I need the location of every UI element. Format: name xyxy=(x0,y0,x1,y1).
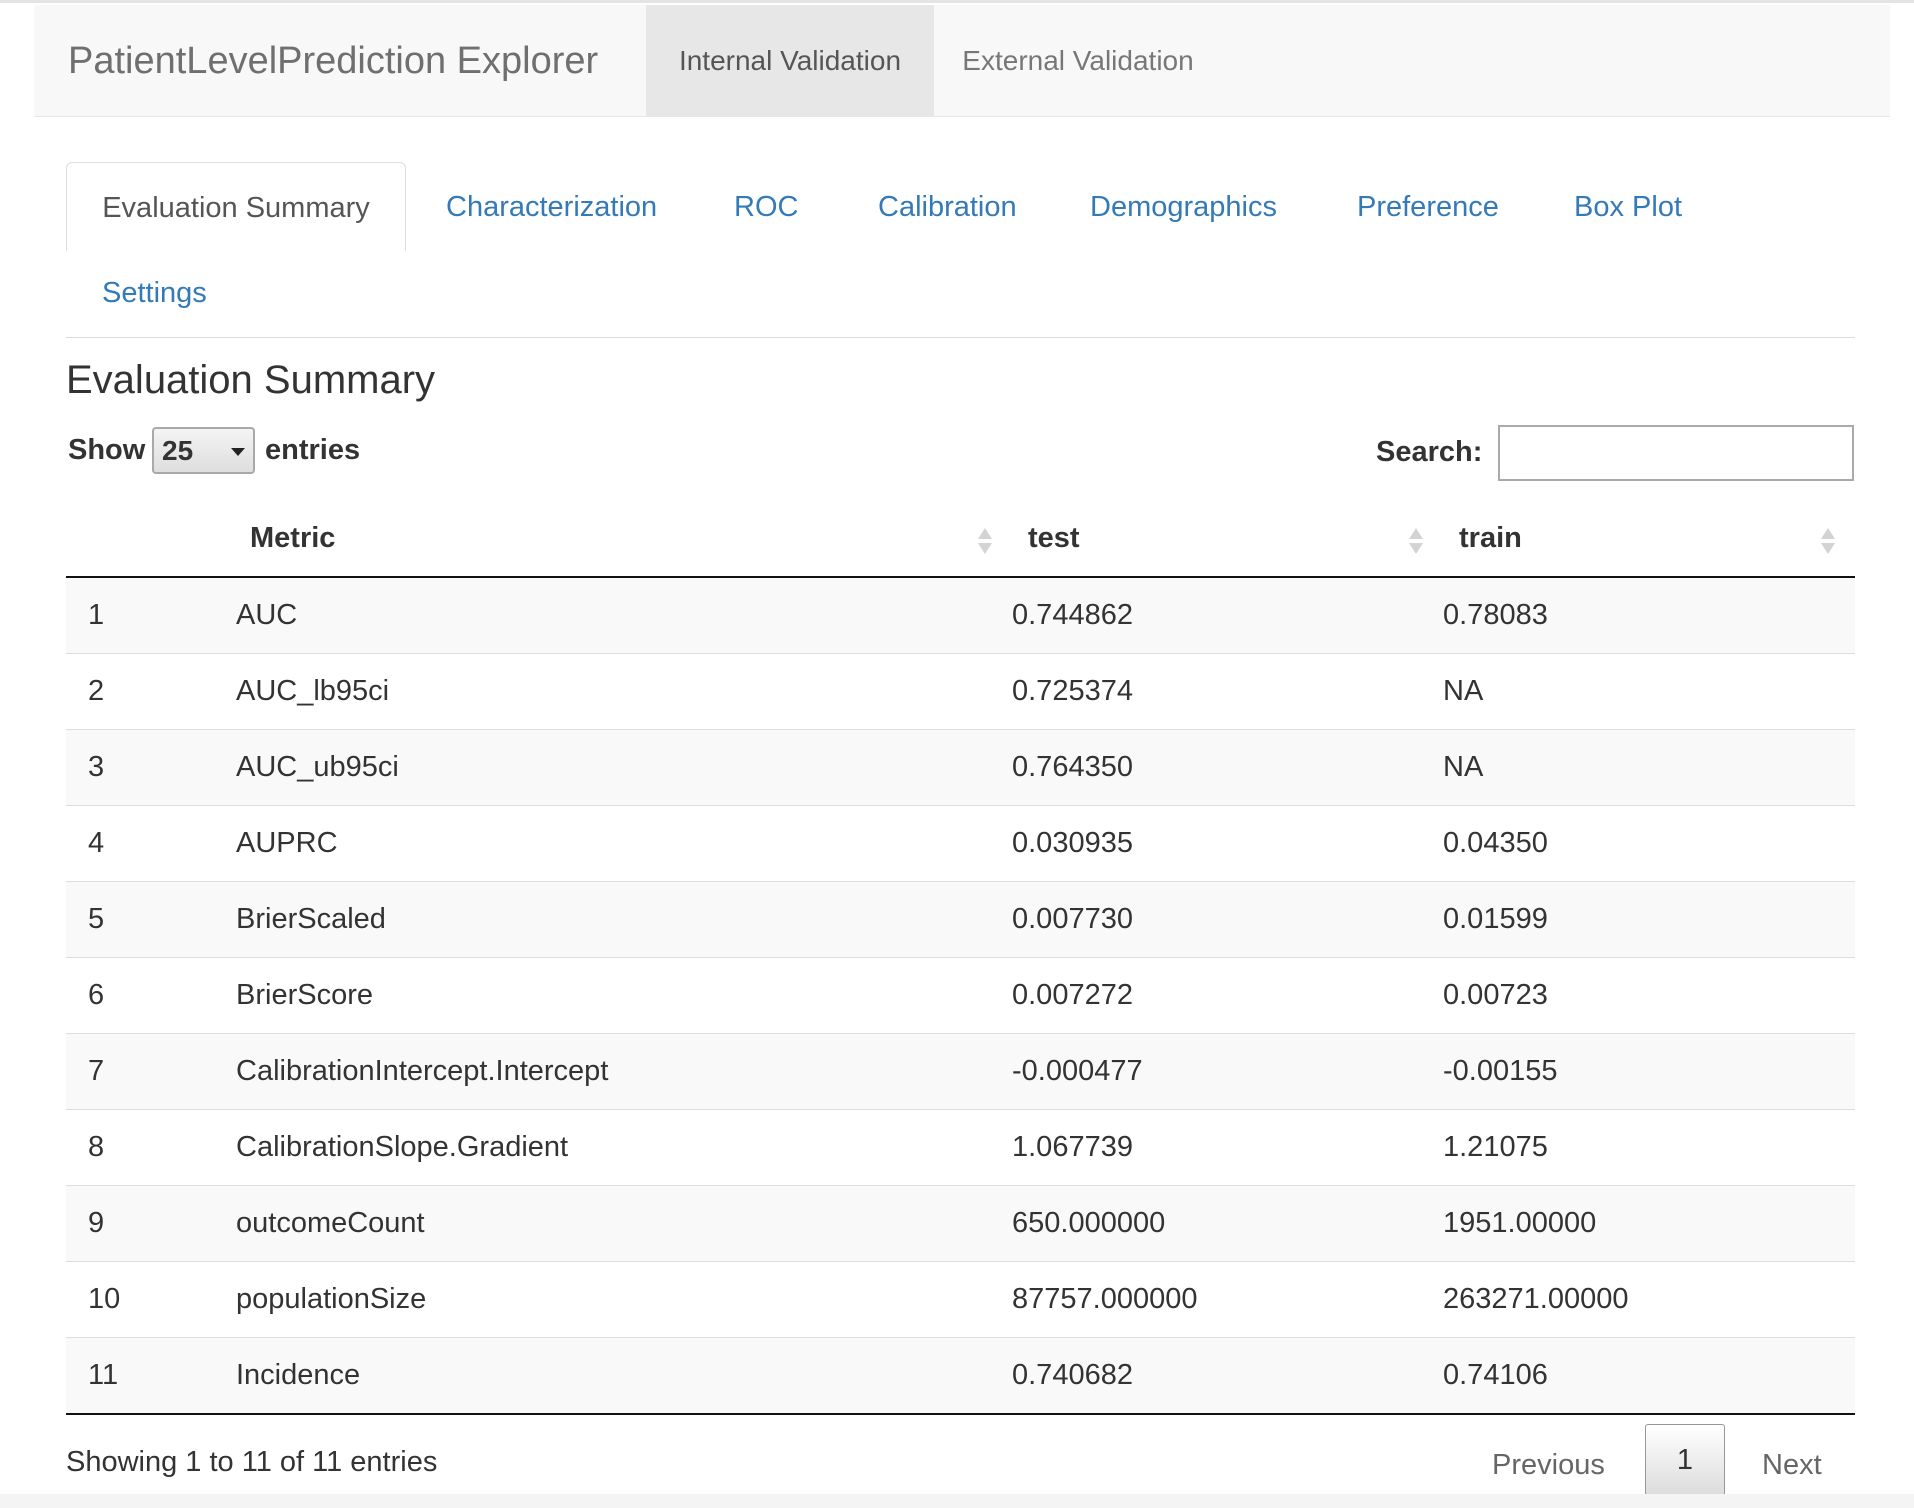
sort-icon xyxy=(978,528,992,558)
evaluation-table: Metric test train 1 AUC 0.744862 0.78083 2 AU… xyxy=(66,500,1855,1415)
column-header-metric[interactable]: Metric xyxy=(234,500,1012,578)
sort-icon xyxy=(1821,528,1835,558)
entries-per-page-value: 25 xyxy=(162,435,194,466)
tab-demographics[interactable]: Demographics xyxy=(1090,162,1277,251)
window-bottom-edge xyxy=(0,1494,1914,1508)
metric-cell: CalibrationSlope.Gradient xyxy=(234,1109,1012,1186)
navbar-brand[interactable]: PatientLevelPrediction Explorer xyxy=(68,5,598,117)
train-value-cell: 1951.00000 xyxy=(1443,1185,1855,1262)
column-header-label: train xyxy=(1459,521,1522,554)
table-row[interactable]: 9 outcomeCount 650.000000 1951.00000 xyxy=(66,1185,1855,1262)
row-index-cell: 7 xyxy=(66,1033,234,1110)
train-value-cell: 263271.00000 xyxy=(1443,1261,1855,1338)
metric-cell: BrierScore xyxy=(234,957,1012,1034)
test-value-cell: 0.764350 xyxy=(1012,729,1443,806)
metric-cell: AUC_ub95ci xyxy=(234,729,1012,806)
column-header-test[interactable]: test xyxy=(1012,500,1443,578)
tab-evaluation-summary[interactable]: Evaluation Summary xyxy=(66,162,406,251)
row-index-cell: 9 xyxy=(66,1185,234,1262)
nav-tab-external-validation[interactable]: External Validation xyxy=(934,5,1222,116)
test-value-cell: 0.030935 xyxy=(1012,805,1443,882)
train-value-cell: 1.21075 xyxy=(1443,1109,1855,1186)
show-label: Show xyxy=(68,434,146,466)
train-value-cell: 0.01599 xyxy=(1443,881,1855,958)
column-header-index[interactable] xyxy=(66,500,234,578)
column-header-label: Metric xyxy=(250,521,336,554)
sort-icon xyxy=(1409,528,1423,558)
tab-roc[interactable]: ROC xyxy=(734,162,798,251)
section-title: Evaluation Summary xyxy=(66,358,436,402)
table-row[interactable]: 3 AUC_ub95ci 0.764350 NA xyxy=(66,729,1855,806)
test-value-cell: 0.007730 xyxy=(1012,881,1443,958)
train-value-cell: NA xyxy=(1443,653,1855,730)
row-index-cell: 4 xyxy=(66,805,234,882)
table-row[interactable]: 7 CalibrationIntercept.Intercept -0.000477… xyxy=(66,1033,1855,1110)
metric-cell: outcomeCount xyxy=(234,1185,1012,1262)
tab-characterization[interactable]: Characterization xyxy=(446,162,657,251)
train-value-cell: -0.00155 xyxy=(1443,1033,1855,1110)
train-value-cell: 0.04350 xyxy=(1443,805,1855,882)
row-index-cell: 5 xyxy=(66,881,234,958)
tab-box-plot[interactable]: Box Plot xyxy=(1574,162,1682,251)
row-index-cell: 3 xyxy=(66,729,234,806)
chevron-down-icon xyxy=(231,448,245,456)
tab-calibration[interactable]: Calibration xyxy=(878,162,1017,251)
row-index-cell: 2 xyxy=(66,653,234,730)
metric-cell: AUPRC xyxy=(234,805,1012,882)
metric-cell: AUC xyxy=(234,576,1012,654)
search-label: Search: xyxy=(1376,436,1483,468)
test-value-cell: 0.007272 xyxy=(1012,957,1443,1034)
tab-settings[interactable]: Settings xyxy=(102,248,207,337)
test-value-cell: -0.000477 xyxy=(1012,1033,1443,1110)
table-row[interactable]: 2 AUC_lb95ci 0.725374 NA xyxy=(66,653,1855,730)
nav-tab-internal-validation[interactable]: Internal Validation xyxy=(646,5,934,116)
metric-cell: CalibrationIntercept.Intercept xyxy=(234,1033,1012,1110)
entries-per-page-select[interactable]: 25 xyxy=(152,427,255,474)
table-row[interactable]: 4 AUPRC 0.030935 0.04350 xyxy=(66,805,1855,882)
row-index-cell: 6 xyxy=(66,957,234,1034)
row-index-cell: 1 xyxy=(66,576,234,654)
test-value-cell: 650.000000 xyxy=(1012,1185,1443,1262)
metric-cell: BrierScaled xyxy=(234,881,1012,958)
table-row[interactable]: 1 AUC 0.744862 0.78083 xyxy=(66,576,1855,654)
test-value-cell: 0.725374 xyxy=(1012,653,1443,730)
test-value-cell: 87757.000000 xyxy=(1012,1261,1443,1338)
row-index-cell: 10 xyxy=(66,1261,234,1338)
navbar: PatientLevelPrediction Explorer Internal… xyxy=(34,5,1890,117)
table-row[interactable]: 6 BrierScore 0.007272 0.00723 xyxy=(66,957,1855,1034)
column-header-train[interactable]: train xyxy=(1443,500,1855,578)
pagination-previous-button[interactable]: Previous xyxy=(1492,1445,1605,1485)
train-value-cell: NA xyxy=(1443,729,1855,806)
row-index-cell: 11 xyxy=(66,1337,234,1415)
pagination-page-button[interactable]: 1 xyxy=(1645,1424,1725,1496)
train-value-cell: 0.74106 xyxy=(1443,1337,1855,1415)
entries-label: entries xyxy=(265,434,361,466)
row-index-cell: 8 xyxy=(66,1109,234,1186)
metric-cell: AUC_lb95ci xyxy=(234,653,1012,730)
pagination-next-button[interactable]: Next xyxy=(1762,1445,1822,1485)
column-header-label: test xyxy=(1028,521,1080,554)
test-value-cell: 0.740682 xyxy=(1012,1337,1443,1415)
tab-preference[interactable]: Preference xyxy=(1357,162,1499,251)
tab-strip: Evaluation Summary Characterization ROC … xyxy=(66,162,1855,338)
table-row[interactable]: 11 Incidence 0.740682 0.74106 xyxy=(66,1337,1855,1415)
metric-cell: Incidence xyxy=(234,1337,1012,1415)
search-input[interactable] xyxy=(1498,425,1854,481)
test-value-cell: 1.067739 xyxy=(1012,1109,1443,1186)
table-info: Showing 1 to 11 of 11 entries xyxy=(66,1446,438,1478)
train-value-cell: 0.78083 xyxy=(1443,576,1855,654)
train-value-cell: 0.00723 xyxy=(1443,957,1855,1034)
table-row[interactable]: 10 populationSize 87757.000000 263271.00000 xyxy=(66,1261,1855,1338)
test-value-cell: 0.744862 xyxy=(1012,576,1443,654)
window-top-edge xyxy=(0,0,1914,3)
metric-cell: populationSize xyxy=(234,1261,1012,1338)
table-row[interactable]: 8 CalibrationSlope.Gradient 1.067739 1.2107… xyxy=(66,1109,1855,1186)
table-header-row: Metric test train xyxy=(66,500,1855,578)
table-body: 1 AUC 0.744862 0.78083 2 AUC_lb95ci 0.725374 NA… xyxy=(66,576,1855,1415)
table-row[interactable]: 5 BrierScaled 0.007730 0.01599 xyxy=(66,881,1855,958)
